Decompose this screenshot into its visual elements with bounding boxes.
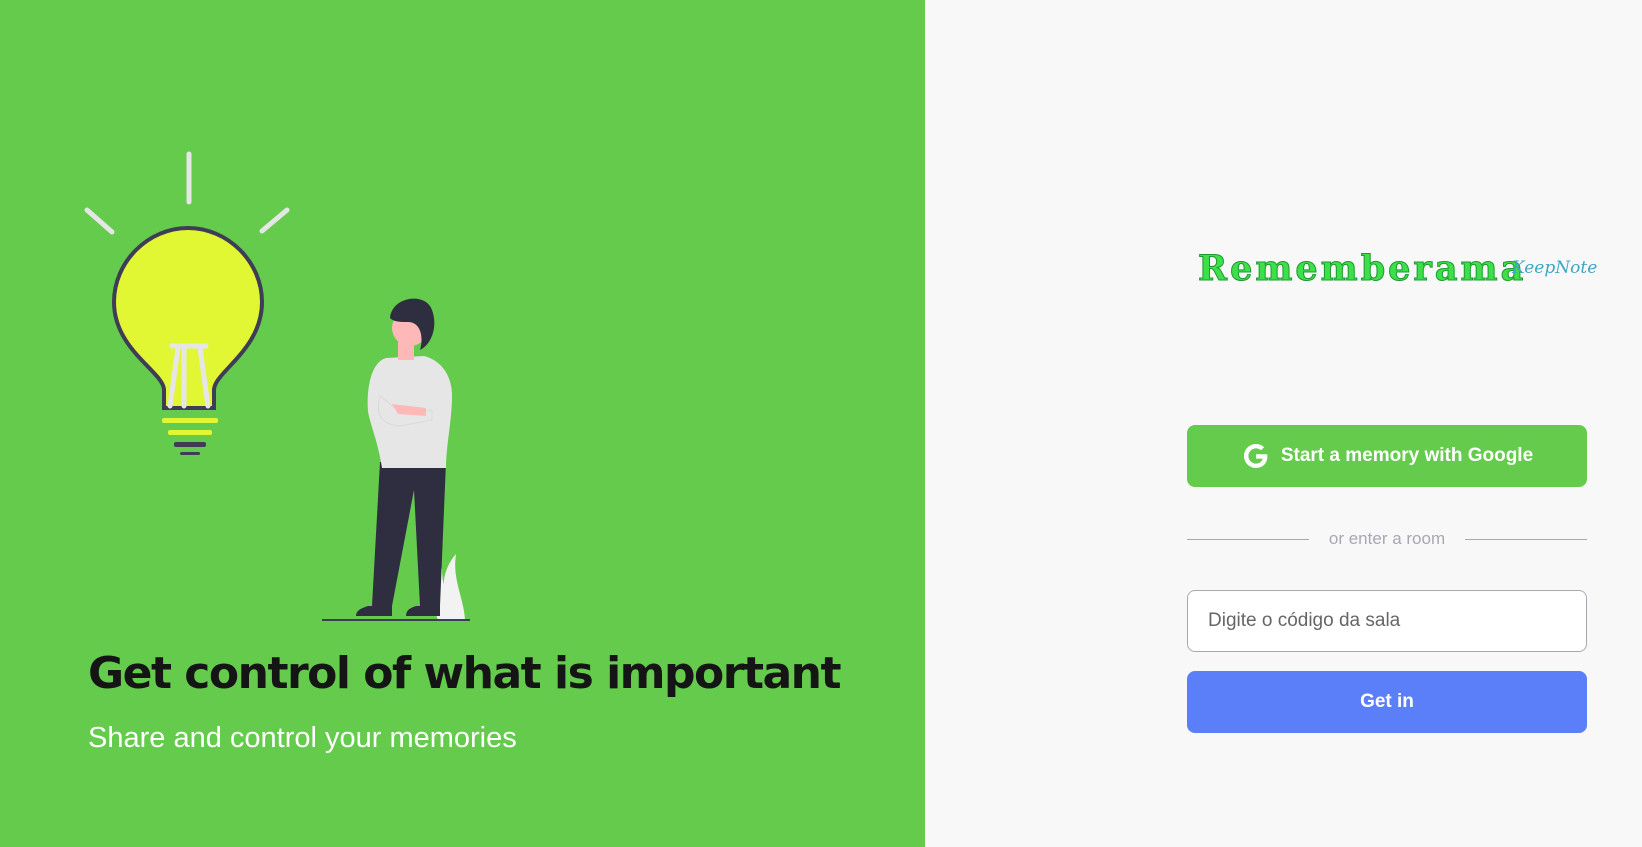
separator-line-left <box>1187 538 1309 540</box>
separator-line-right <box>1465 538 1588 540</box>
google-signin-button[interactable]: Start a memory with Google <box>1187 425 1587 487</box>
lightbulb-icon <box>111 225 265 410</box>
separator: or enter a room <box>1187 528 1588 550</box>
google-g-icon <box>1243 444 1268 468</box>
google-signin-label: Start a memory with Google <box>1280 445 1534 466</box>
brand-tagline: KeepNote <box>1512 258 1598 278</box>
separator-text: or enter a room <box>1328 529 1446 548</box>
hero-subline: Share and control your memories <box>88 722 517 754</box>
brand-name: Rememberama <box>1197 248 1527 290</box>
light-rays <box>84 151 290 235</box>
hero-panel: Get control of what is important Share a… <box>0 0 925 847</box>
lightbulb-person-illustration <box>84 151 470 621</box>
room-code-input[interactable] <box>1187 590 1587 652</box>
hero-headline: Get control of what is important <box>88 648 842 699</box>
brand-logo: Rememberama KeepNote <box>1197 248 1597 298</box>
get-in-button[interactable]: Get in <box>1187 671 1587 733</box>
